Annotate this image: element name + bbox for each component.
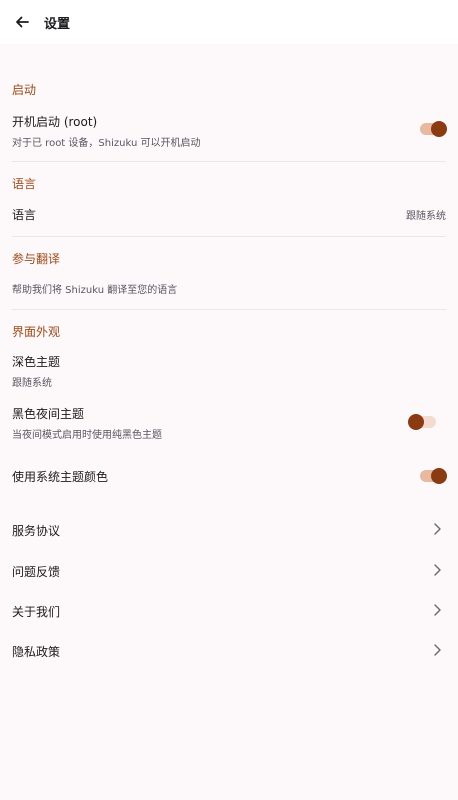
section-title-startup: 启动 xyxy=(12,83,37,97)
chevron-right-icon xyxy=(434,564,441,576)
link-row-service-agreement[interactable]: 服务协议 xyxy=(12,522,446,538)
link-label: 问题反馈 xyxy=(12,565,61,579)
chevron-right-icon xyxy=(434,523,441,535)
chevron-right-icon xyxy=(434,644,441,656)
link-label: 关于我们 xyxy=(12,605,61,619)
boot-start-row[interactable]: 开机启动 (root) 对于已 root 设备，Shizuku 可以开机启动 xyxy=(12,113,447,149)
switch-knob xyxy=(431,468,447,484)
language-row[interactable]: 语言 跟随系统 xyxy=(12,206,446,222)
page-title: 设置 xyxy=(44,16,71,32)
link-label: 隐私政策 xyxy=(12,645,61,659)
switch-knob xyxy=(408,414,424,430)
back-button[interactable] xyxy=(0,0,44,44)
link-label: 服务协议 xyxy=(12,524,61,538)
dark-theme-subtitle: 跟随系统 xyxy=(12,378,52,389)
link-row-privacy[interactable]: 隐私政策 xyxy=(12,643,446,659)
system-color-switch[interactable] xyxy=(420,468,447,484)
boot-start-title: 开机启动 (root) xyxy=(12,115,98,129)
app-bar: 设置 xyxy=(0,0,458,44)
section-title-language: 语言 xyxy=(12,177,37,191)
arrow-left-icon xyxy=(16,16,29,28)
language-value: 跟随系统 xyxy=(406,211,446,222)
chevron-right-icon xyxy=(434,604,441,616)
link-row-about[interactable]: 关于我们 xyxy=(12,603,446,619)
link-row-feedback[interactable]: 问题反馈 xyxy=(12,563,446,579)
divider xyxy=(12,161,446,162)
black-night-theme-title: 黑色夜间主题 xyxy=(12,407,85,421)
language-title: 语言 xyxy=(12,208,37,222)
black-night-theme-subtitle: 当夜间模式启用时使用纯黑色主题 xyxy=(12,430,162,441)
dark-theme-row[interactable]: 深色主题 跟随系统 xyxy=(12,353,446,389)
boot-start-subtitle: 对于已 root 设备，Shizuku 可以开机启动 xyxy=(12,138,201,149)
black-night-theme-switch[interactable] xyxy=(408,414,436,430)
section-title-appearance: 界面外观 xyxy=(12,325,61,339)
section-title-translation: 参与翻译 xyxy=(12,252,61,266)
divider xyxy=(12,309,446,310)
black-night-theme-row[interactable]: 黑色夜间主题 当夜间模式启用时使用纯黑色主题 xyxy=(12,405,446,441)
system-color-title: 使用系统主题颜色 xyxy=(12,470,109,484)
divider xyxy=(12,236,446,237)
translation-row[interactable]: 帮助我们将 Shizuku 翻译至您的语言 xyxy=(12,277,446,296)
dark-theme-title: 深色主题 xyxy=(12,355,61,369)
boot-start-switch[interactable] xyxy=(420,121,447,137)
switch-knob xyxy=(431,121,447,137)
system-color-row[interactable]: 使用系统主题颜色 xyxy=(12,468,447,484)
translation-subtitle: 帮助我们将 Shizuku 翻译至您的语言 xyxy=(12,285,178,296)
